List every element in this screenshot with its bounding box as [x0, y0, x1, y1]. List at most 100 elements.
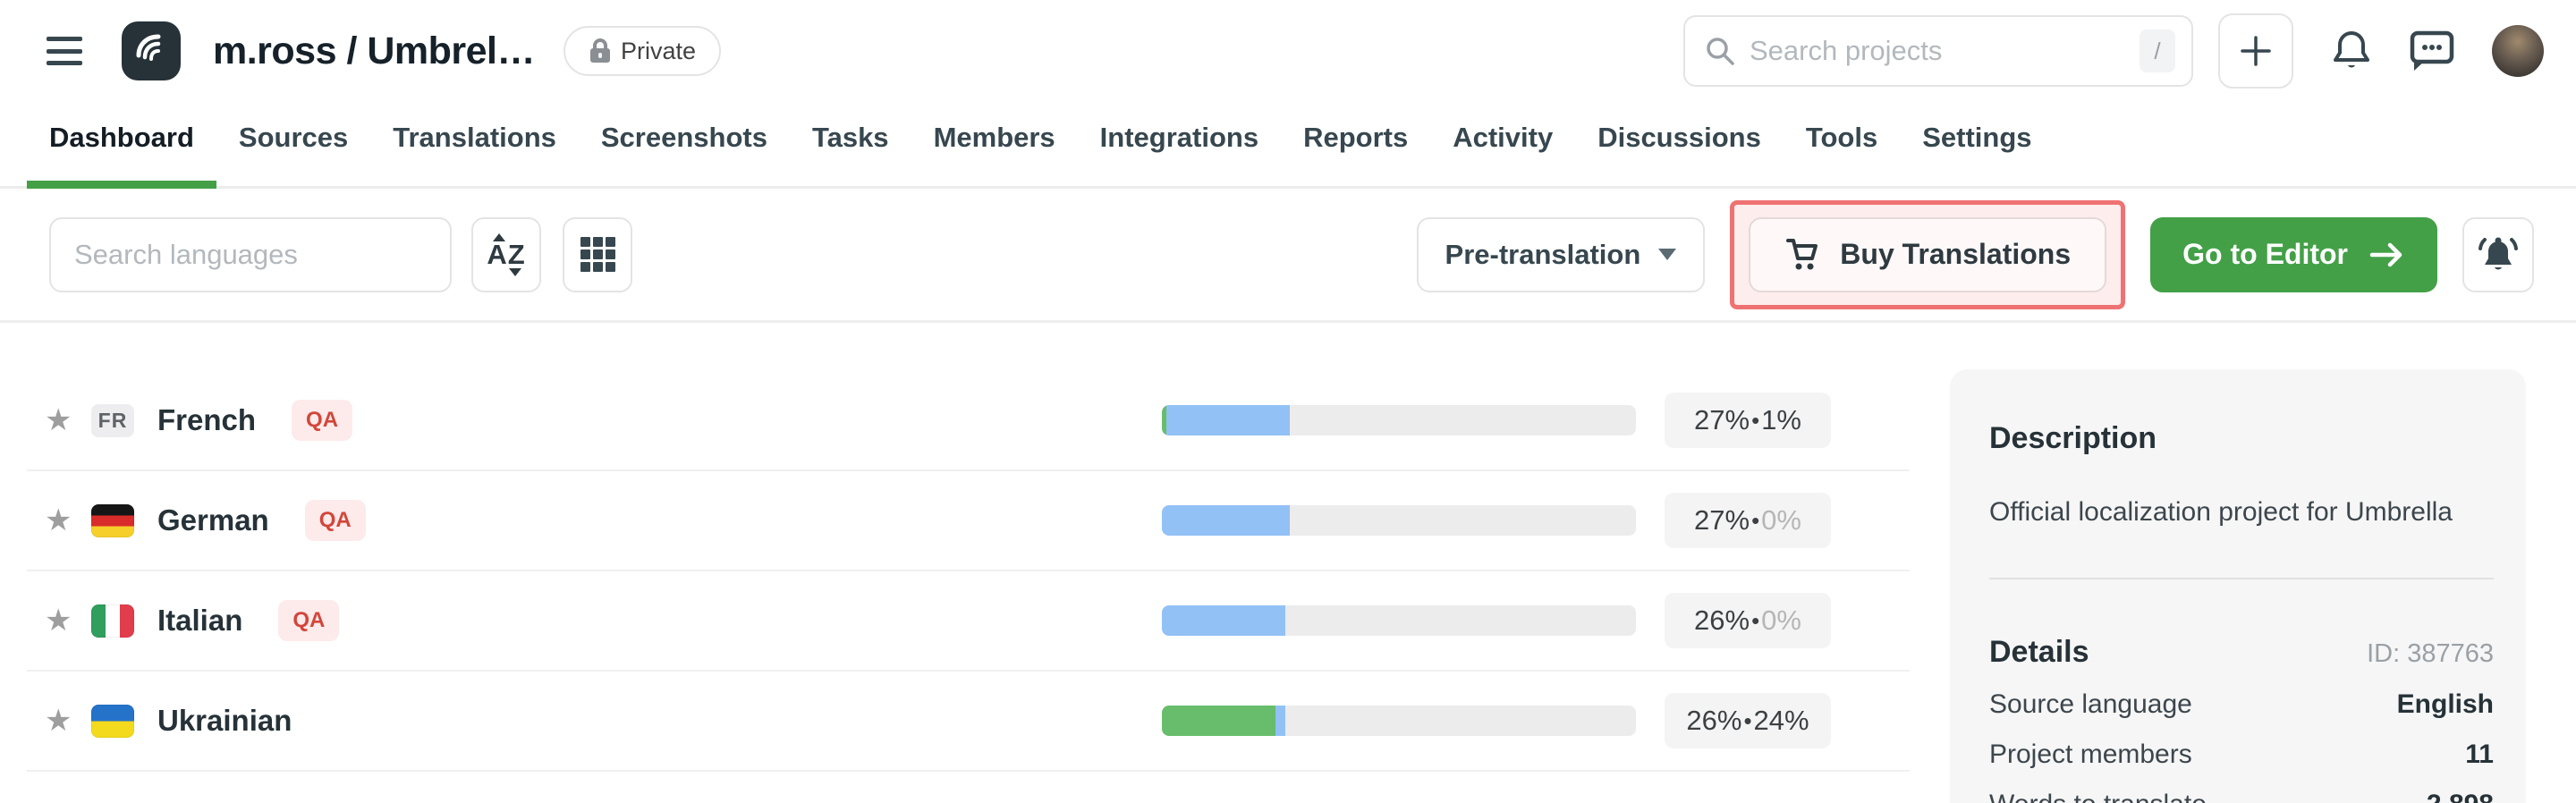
announcements-button[interactable] [2462, 217, 2534, 292]
translated-segment [1162, 605, 1285, 636]
flag-italian [91, 604, 134, 638]
sort-alphabetical-button[interactable]: AZ [471, 217, 541, 292]
language-search-input[interactable] [49, 217, 452, 292]
tab-discussions[interactable]: Discussions [1575, 102, 1784, 189]
star-icon[interactable]: ★ [45, 603, 91, 638]
go-to-editor-label: Go to Editor [2182, 238, 2348, 271]
search-icon [1705, 36, 1735, 66]
tab-tasks[interactable]: Tasks [790, 102, 911, 189]
notifications-button[interactable] [2331, 29, 2372, 73]
translated-segment [1162, 505, 1290, 536]
details-title: Details [1989, 635, 2089, 670]
star-icon[interactable]: ★ [45, 703, 91, 739]
chat-icon [2410, 30, 2454, 72]
buy-translations-button[interactable]: Buy Translations [1749, 217, 2106, 292]
star-icon[interactable]: ★ [45, 503, 91, 538]
translated-segment [1166, 405, 1290, 435]
hamburger-menu-icon[interactable] [47, 37, 82, 65]
language-name[interactable]: German [157, 503, 269, 537]
detail-row-words-to-translate: Words to translate 2 898 [1989, 790, 2494, 803]
go-to-editor-button[interactable]: Go to Editor [2150, 217, 2437, 292]
approved-percent: 1% [1761, 404, 1801, 436]
percent-separator: • [1743, 707, 1751, 735]
detail-value: 11 [2465, 740, 2494, 770]
cart-icon [1784, 237, 1820, 273]
privacy-badge: Private [564, 26, 721, 76]
approved-percent: 0% [1761, 604, 1801, 637]
translation-progress-bar [1162, 706, 1636, 736]
translated-percent: 26% [1686, 705, 1741, 737]
progress-percent-badge[interactable]: 27% • 1% [1665, 393, 1831, 448]
language-name[interactable]: Italian [157, 604, 242, 638]
create-project-button[interactable] [2218, 13, 2293, 89]
row-progress-group: 26% • 0% [1162, 593, 1910, 648]
bell-icon [2331, 29, 2372, 73]
tab-integrations[interactable]: Integrations [1078, 102, 1281, 189]
project-title: m.ross / Umbrel… [213, 30, 535, 73]
privacy-label: Private [621, 38, 696, 65]
progress-percent-badge[interactable]: 26% • 24% [1665, 693, 1831, 748]
tab-translations[interactable]: Translations [370, 102, 579, 189]
logo-glyph [131, 31, 171, 71]
pre-translation-label: Pre-translation [1445, 239, 1641, 271]
language-list: ★ FR French QA 27% • 1% ★ German QA [27, 371, 1910, 772]
qa-issues-badge[interactable]: QA [278, 600, 339, 641]
sort-up-arrow-icon [493, 233, 505, 241]
tab-settings[interactable]: Settings [1900, 102, 2054, 189]
tab-dashboard[interactable]: Dashboard [27, 102, 216, 189]
detail-label: Words to translate [1989, 790, 2207, 803]
approved-percent: 24% [1754, 705, 1809, 737]
language-row-german[interactable]: ★ German QA 27% • 0% [27, 471, 1910, 571]
translation-progress-bar [1162, 405, 1636, 435]
detail-row-project-members: Project members 11 [1989, 740, 2494, 770]
pre-translation-dropdown[interactable]: Pre-translation [1417, 217, 1706, 292]
tab-reports[interactable]: Reports [1281, 102, 1430, 189]
project-search[interactable]: / [1683, 15, 2193, 87]
panel-divider [1989, 578, 2494, 579]
row-progress-group: 26% • 24% [1162, 693, 1910, 748]
language-row-ukrainian[interactable]: ★ Ukrainian 26% • 24% [27, 672, 1910, 772]
buy-translations-label: Buy Translations [1840, 238, 2071, 271]
project-info-panel: Description Official localization projec… [1950, 369, 2526, 803]
description-title: Description [1989, 421, 2494, 456]
translated-percent: 27% [1694, 404, 1750, 436]
percent-separator: • [1751, 407, 1759, 435]
progress-percent-badge[interactable]: 26% • 0% [1665, 593, 1831, 648]
tab-activity[interactable]: Activity [1430, 102, 1575, 189]
tab-members[interactable]: Members [911, 102, 1078, 189]
flag-ukrainian [91, 705, 134, 738]
tab-sources[interactable]: Sources [216, 102, 370, 189]
detail-value: 2 898 [2427, 790, 2494, 803]
progress-percent-badge[interactable]: 27% • 0% [1665, 493, 1831, 548]
qa-issues-badge[interactable]: QA [305, 500, 366, 541]
percent-separator: • [1751, 507, 1759, 535]
grid-view-button[interactable] [563, 217, 632, 292]
star-icon[interactable]: ★ [45, 402, 91, 438]
language-name[interactable]: Ukrainian [157, 704, 292, 738]
lock-icon [589, 38, 612, 64]
qa-issues-badge[interactable]: QA [292, 400, 352, 441]
detail-label: Source language [1989, 689, 2192, 720]
language-row-italian[interactable]: ★ Italian QA 26% • 0% [27, 571, 1910, 672]
translated-percent: 27% [1694, 504, 1750, 537]
tab-tools[interactable]: Tools [1784, 102, 1900, 189]
flag-german [91, 504, 134, 537]
project-search-input[interactable] [1750, 35, 2125, 67]
detail-label: Project members [1989, 740, 2192, 770]
project-id: ID: 387763 [2367, 639, 2494, 669]
language-row-french[interactable]: ★ FR French QA 27% • 1% [27, 371, 1910, 471]
user-avatar[interactable] [2492, 25, 2544, 77]
tab-screenshots[interactable]: Screenshots [579, 102, 790, 189]
language-name[interactable]: French [157, 403, 256, 437]
dashboard-toolbar: AZ Pre-translation Buy Translations Go t… [0, 189, 2576, 323]
details-header: Details ID: 387763 [1989, 635, 2494, 670]
approved-percent: 0% [1761, 504, 1801, 537]
ringing-bell-icon [2477, 234, 2520, 275]
percent-separator: • [1751, 607, 1759, 635]
messages-button[interactable] [2410, 30, 2454, 72]
crowdin-logo[interactable] [122, 21, 181, 80]
search-shortcut-key: / [2140, 30, 2175, 72]
description-text: Official localization project for Umbrel… [1989, 497, 2494, 528]
detail-row-source-language: Source language English [1989, 689, 2494, 720]
dashboard-main: ★ FR French QA 27% • 1% ★ German QA [0, 323, 2576, 803]
